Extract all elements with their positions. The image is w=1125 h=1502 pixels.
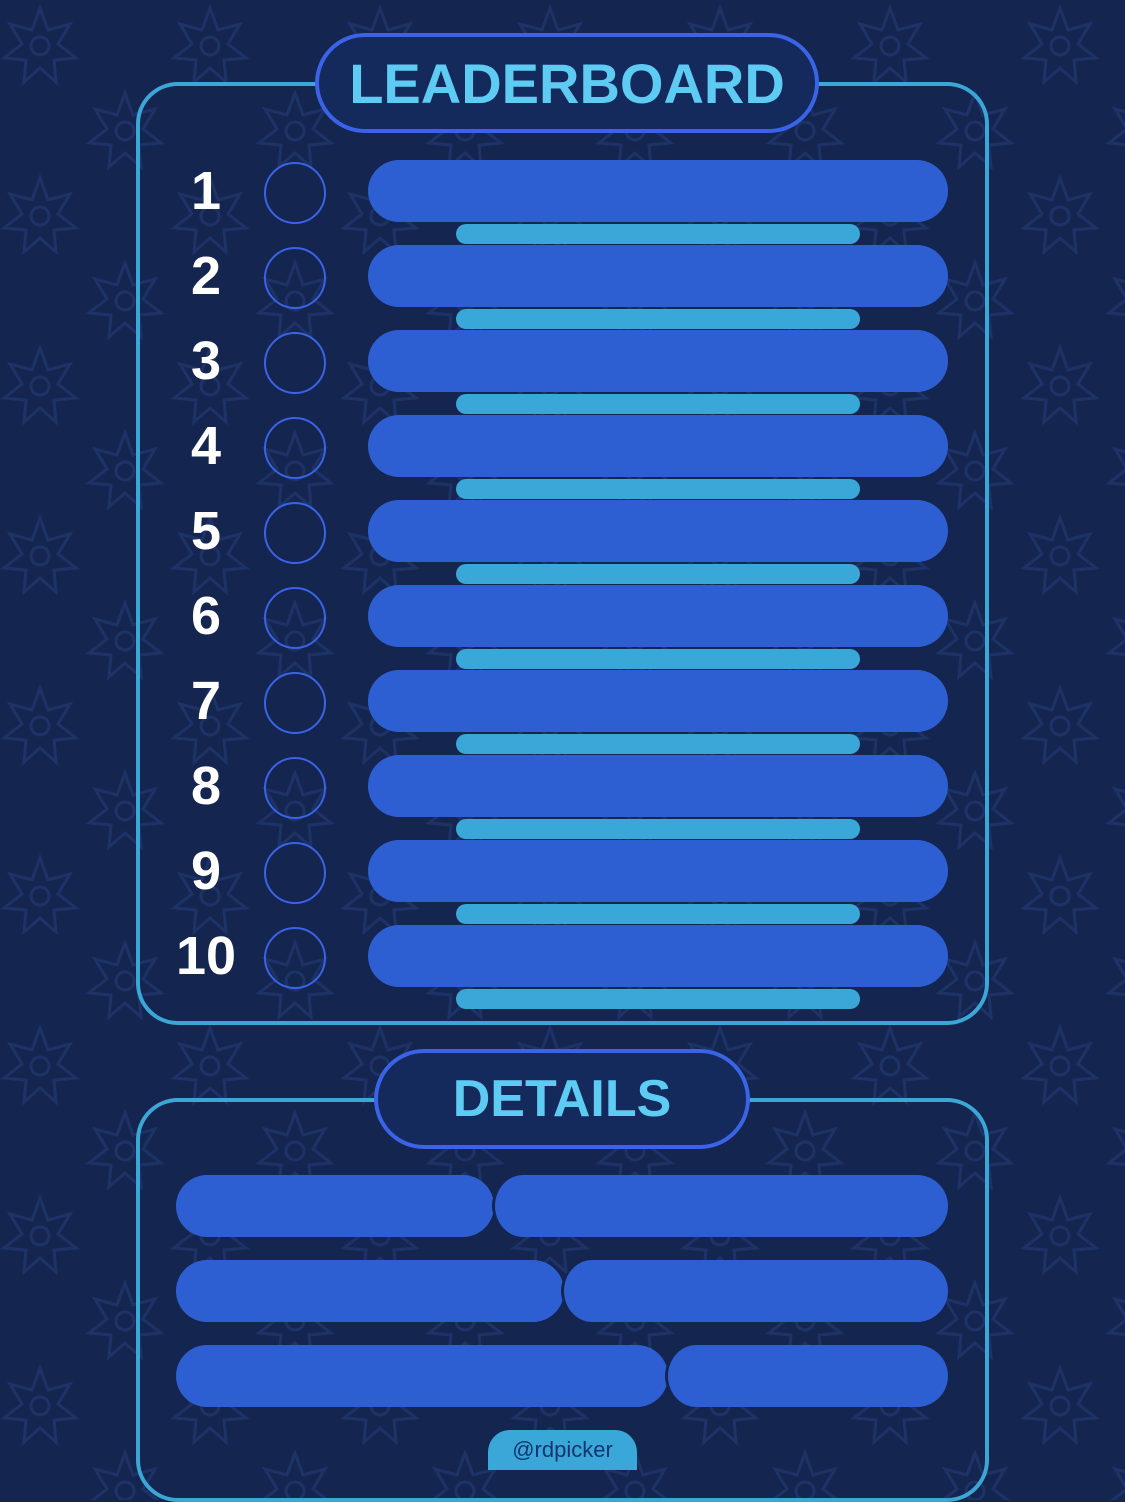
player-avatar [264, 247, 326, 309]
detail-field-5[interactable] [176, 1345, 668, 1407]
rank-number: 1 [190, 161, 222, 221]
rank-number: 7 [190, 671, 222, 731]
player-avatar [264, 417, 326, 479]
player-avatar [264, 672, 326, 734]
player-name-bar[interactable] [368, 670, 948, 732]
player-avatar [264, 162, 326, 224]
rank-number: 9 [190, 841, 222, 901]
player-avatar [264, 927, 326, 989]
player-score-bar [456, 564, 860, 584]
leaderboard-title: LEADERBOARD [315, 33, 819, 133]
player-score-bar [456, 904, 860, 924]
player-name-bar[interactable] [368, 755, 948, 817]
rank-number: 10 [175, 926, 237, 986]
rank-number: 4 [190, 416, 222, 476]
player-score-bar [456, 479, 860, 499]
rank-number: 5 [190, 501, 222, 561]
player-score-bar [456, 649, 860, 669]
rank-number: 2 [190, 246, 222, 306]
rank-number: 6 [190, 586, 222, 646]
details-title: DETAILS [374, 1049, 750, 1149]
rank-number: 3 [190, 331, 222, 391]
player-name-bar[interactable] [368, 330, 948, 392]
player-score-bar [456, 819, 860, 839]
detail-field-4[interactable] [561, 1260, 948, 1322]
detail-field-6[interactable] [665, 1345, 948, 1407]
player-name-bar[interactable] [368, 415, 948, 477]
player-name-bar[interactable] [368, 245, 948, 307]
rank-number: 8 [190, 756, 222, 816]
player-avatar [264, 587, 326, 649]
player-score-bar [456, 309, 860, 329]
player-avatar [264, 842, 326, 904]
watermark-label: @rdpicker [488, 1430, 637, 1470]
player-score-bar [456, 394, 860, 414]
player-name-bar[interactable] [368, 500, 948, 562]
detail-field-1[interactable] [176, 1175, 494, 1237]
player-name-bar[interactable] [368, 160, 948, 222]
player-avatar [264, 757, 326, 819]
detail-field-2[interactable] [492, 1175, 948, 1237]
player-name-bar[interactable] [368, 925, 948, 987]
player-name-bar[interactable] [368, 585, 948, 647]
detail-field-3[interactable] [176, 1260, 564, 1322]
player-score-bar [456, 989, 860, 1009]
player-avatar [264, 502, 326, 564]
player-name-bar[interactable] [368, 840, 948, 902]
player-score-bar [456, 734, 860, 754]
player-score-bar [456, 224, 860, 244]
player-avatar [264, 332, 326, 394]
